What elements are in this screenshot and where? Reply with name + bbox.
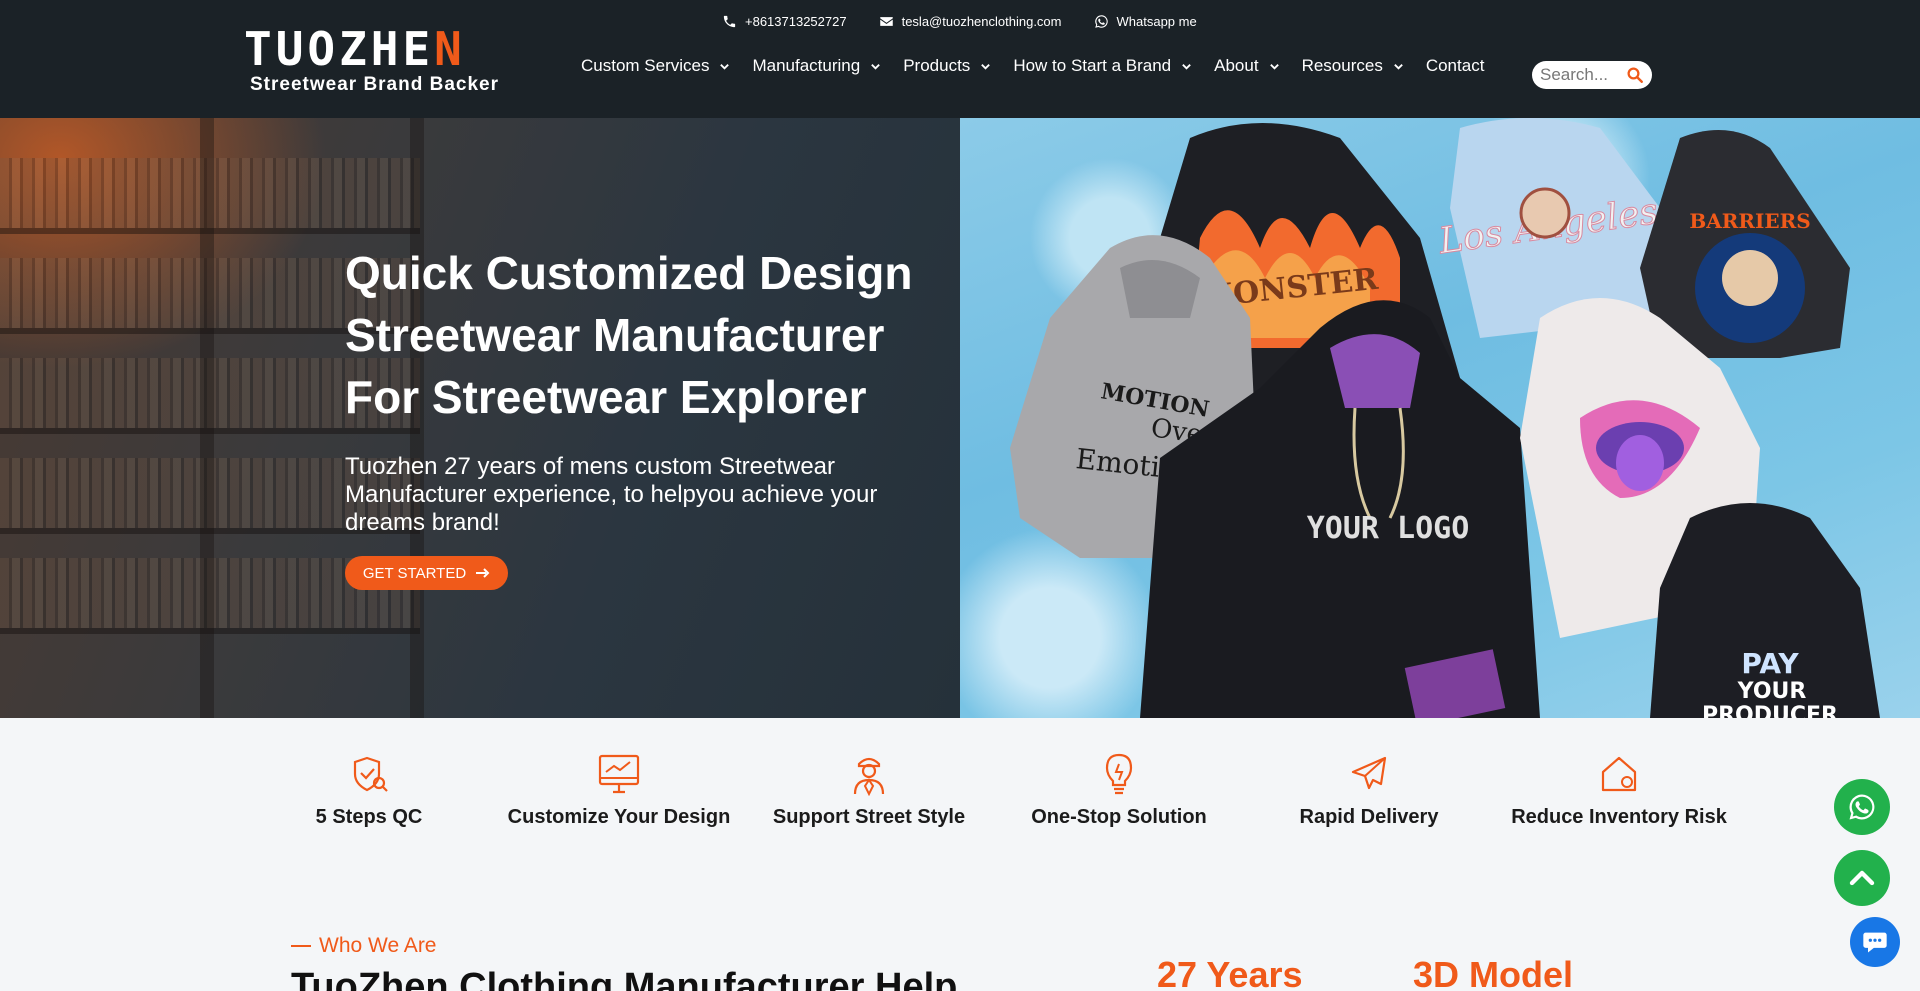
email-address: tesla@tuozhenclothing.com	[901, 13, 1062, 29]
feature-item: Rapid Delivery	[1244, 752, 1494, 829]
contact-topbar: +8613713252727 tesla@tuozhenclothing.com…	[722, 10, 1197, 32]
bookshelf-post	[200, 118, 214, 718]
email-link[interactable]: tesla@tuozhenclothing.com	[879, 14, 1062, 29]
chat-bubble-icon	[1863, 932, 1887, 953]
nav-item-custom-services[interactable]: Custom Services	[581, 56, 730, 76]
search-icon[interactable]	[1626, 66, 1644, 84]
hero-title-line: Streetwear Manufacturer	[345, 309, 885, 361]
tag-dash	[291, 945, 311, 947]
get-started-label: GET STARTED	[362, 564, 467, 582]
chevron-down-icon	[1269, 63, 1279, 70]
get-started-button[interactable]: GET STARTED	[345, 556, 508, 590]
hero-title-line: Quick Customized Design	[345, 247, 913, 299]
chevron-up-icon	[1849, 870, 1875, 886]
arrow-right-icon	[476, 568, 490, 578]
features-row: 5 Steps QC Customize Your Design Support…	[244, 752, 1727, 848]
whatsapp-link[interactable]: Whatsapp me	[1094, 14, 1197, 29]
who-we-are-tag: Who We Are	[291, 934, 437, 958]
producer-text: PRODUCER	[1702, 703, 1838, 718]
hero-title-line: For Streetwear Explorer	[345, 371, 867, 423]
envelope-icon	[879, 16, 893, 26]
feature-item: 5 Steps QC	[244, 752, 494, 829]
feature-item: Reduce Inventory Risk	[1494, 752, 1744, 829]
nav-item-about[interactable]: About	[1214, 56, 1279, 76]
pay-text: PAY	[1741, 647, 1799, 680]
chevron-down-icon	[1394, 63, 1403, 70]
nav-item-products[interactable]: Products	[903, 56, 991, 76]
hero-product-image: MONSTER Los Angeles BARRIERS MOTION Over…	[960, 118, 1920, 718]
worker-icon	[853, 757, 885, 796]
logo-wordmark: TUOZHEN	[244, 22, 466, 76]
whatsapp-float-button[interactable]	[1834, 779, 1890, 835]
brand-logo[interactable]: TUOZHEN Streetwear Brand Backer	[244, 26, 520, 96]
chevron-down-icon	[871, 63, 881, 70]
nav-item-start-a-brand[interactable]: How to Start a Brand	[1013, 56, 1192, 76]
feature-item: One-Stop Solution	[994, 752, 1244, 829]
phone-icon	[723, 15, 736, 27]
chevron-down-icon	[720, 63, 730, 70]
feature-label: 5 Steps QC	[315, 806, 423, 828]
your-text: YOUR	[1737, 679, 1807, 704]
nav-item-manufacturing[interactable]: Manufacturing	[752, 56, 881, 76]
who-we-are-label: Who We Are	[319, 934, 437, 957]
live-chat-button[interactable]	[1850, 917, 1900, 967]
phone-link[interactable]: +8613713252727	[722, 14, 847, 29]
feature-label: One-Stop Solution	[1031, 806, 1207, 828]
site-header: TUOZHEN Streetwear Brand Backer +8613713…	[0, 0, 1920, 118]
house-icon	[1601, 756, 1637, 792]
logo-tagline: Streetwear Brand Backer	[250, 74, 499, 95]
feature-label: Rapid Delivery	[1299, 806, 1439, 828]
scroll-top-button[interactable]	[1834, 850, 1890, 906]
whatsapp-label: Whatsapp me	[1116, 13, 1197, 29]
stat-3d-model: 3D Model	[1413, 954, 1574, 991]
feature-label: Reduce Inventory Risk	[1511, 806, 1727, 828]
airplane-icon	[1351, 756, 1387, 790]
monitor-design-icon	[598, 754, 640, 794]
feature-item: Support Street Style	[744, 752, 994, 829]
main-nav: Custom Services Manufacturing Products H…	[581, 56, 1484, 76]
hero-subtitle: Tuozhen 27 years of mens custom Streetwe…	[345, 453, 878, 536]
feature-label: Customize Your Design	[507, 806, 731, 828]
feature-item: Customize Your Design	[494, 752, 744, 829]
hero-title: Quick Customized Design Streetwear Manuf…	[345, 242, 965, 428]
search-input[interactable]	[1540, 65, 1626, 85]
your-logo-text: YOUR LOGO	[1307, 511, 1470, 546]
nav-item-resources[interactable]: Resources	[1302, 56, 1404, 76]
chevron-down-icon	[1182, 63, 1191, 70]
stat-years: 27 Years	[1157, 954, 1303, 991]
search-box	[1532, 61, 1652, 89]
lightbulb-icon	[1105, 753, 1133, 795]
barriers-hoodie: BARRIERS	[1640, 130, 1850, 358]
hoodie-collage: MONSTER Los Angeles BARRIERS MOTION Over…	[1010, 118, 1880, 718]
barriers-text: BARRIERS	[1689, 209, 1810, 233]
producer-hoodie: PAY YOUR PRODUCER	[1650, 503, 1880, 718]
whatsapp-icon	[1094, 14, 1108, 28]
nav-item-contact[interactable]: Contact	[1426, 56, 1485, 76]
chevron-down-icon	[981, 63, 991, 70]
who-we-are-heading: TuoZhen Clothing Manufacturer Help	[291, 966, 958, 991]
feature-label: Support Street Style	[772, 806, 966, 828]
shield-check-icon	[353, 756, 388, 792]
phone-number: +8613713252727	[745, 13, 847, 29]
whatsapp-icon	[1849, 794, 1875, 820]
